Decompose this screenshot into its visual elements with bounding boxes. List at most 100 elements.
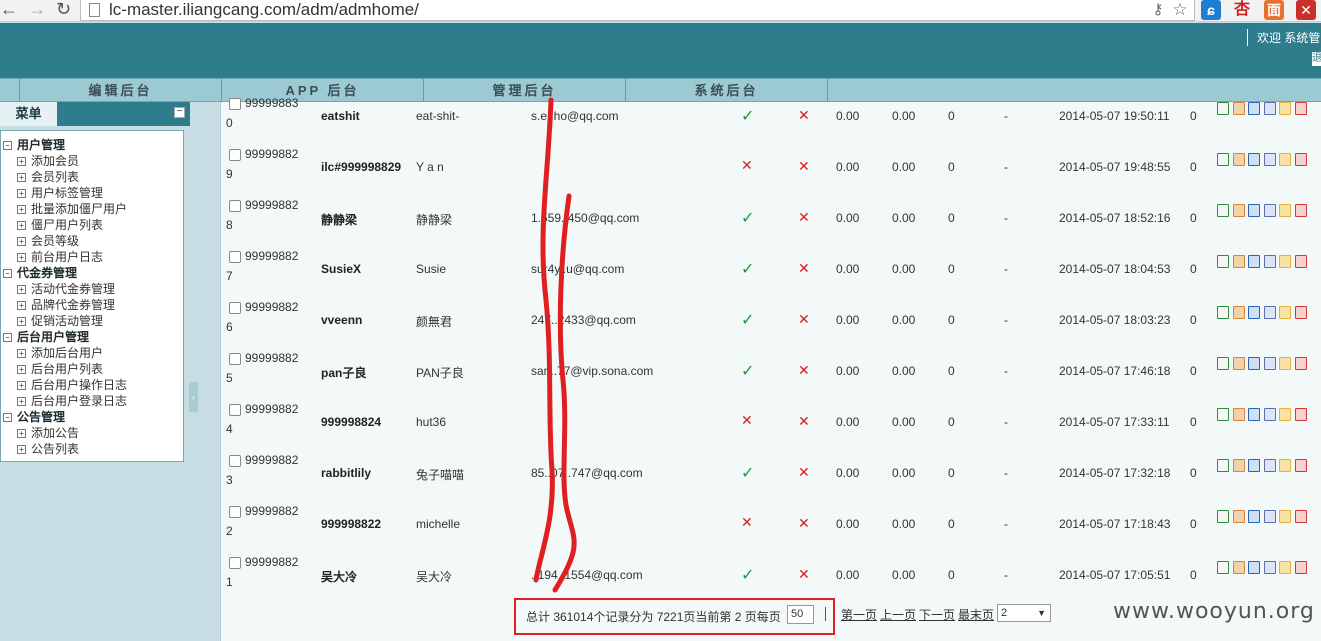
users-icon[interactable] <box>1232 255 1245 268</box>
menu-item-notice-list[interactable]: + 公告列表 <box>17 441 79 457</box>
book-icon[interactable] <box>1248 255 1261 268</box>
delete-icon[interactable] <box>1295 408 1307 421</box>
book-icon[interactable] <box>1248 357 1261 370</box>
folder-icon[interactable] <box>1279 510 1292 523</box>
status-cross-icon[interactable]: ✕ <box>798 566 810 583</box>
menu-item-user-tags[interactable]: + 用户标签管理 <box>17 185 103 201</box>
menu-item-add-member[interactable]: + 添加会员 <box>17 153 79 169</box>
menu-item-member-list[interactable]: + 会员列表 <box>17 169 79 185</box>
edit-icon[interactable] <box>1217 561 1229 574</box>
doc-icon[interactable] <box>1263 459 1276 472</box>
page-select[interactable]: 2 ▼ <box>997 604 1051 622</box>
reload-icon[interactable]: ↻ <box>56 0 71 20</box>
row-checkbox[interactable] <box>229 506 241 518</box>
menu-item-zombie-list[interactable]: + 僵尸用户列表 <box>17 217 103 233</box>
last-page-link[interactable]: 最末页 <box>958 606 994 623</box>
menu-item-front-log[interactable]: + 前台用户日志 <box>17 249 103 265</box>
address-bar[interactable]: lc-master.iliangcang.com/adm/admhome/ <box>80 0 1195 21</box>
folder-icon[interactable] <box>1279 306 1292 319</box>
status-check-icon[interactable]: ✓ <box>741 361 754 381</box>
prev-page-link[interactable]: 上一页 <box>880 606 916 623</box>
edit-icon[interactable] <box>1217 357 1229 370</box>
doc-icon[interactable] <box>1263 357 1276 370</box>
row-checkbox[interactable] <box>229 302 241 314</box>
menu-item-brand-voucher[interactable]: + 品牌代金券管理 <box>17 297 115 313</box>
ext-blue-icon[interactable]: ɕ <box>1201 0 1221 20</box>
doc-icon[interactable] <box>1263 306 1276 319</box>
row-checkbox[interactable] <box>229 98 241 110</box>
menu-item-activity-voucher[interactable]: + 活动代金券管理 <box>17 281 115 297</box>
users-icon[interactable] <box>1232 459 1245 472</box>
delete-icon[interactable] <box>1295 204 1307 217</box>
row-checkbox[interactable] <box>229 455 241 467</box>
tab-edit-backend[interactable]: 编辑后台 <box>20 79 222 102</box>
doc-icon[interactable] <box>1263 102 1276 115</box>
folder-icon[interactable] <box>1279 102 1292 115</box>
menu-item-batch-zombie[interactable]: + 批量添加僵尸用户 <box>17 201 127 217</box>
status-cross-icon[interactable]: ✕ <box>798 107 810 124</box>
status-check-icon[interactable]: ✓ <box>741 565 754 585</box>
book-icon[interactable] <box>1248 153 1261 166</box>
menu-item-promotion[interactable]: + 促销活动管理 <box>17 313 103 329</box>
users-icon[interactable] <box>1232 153 1245 166</box>
users-icon[interactable] <box>1232 408 1245 421</box>
status-check-icon[interactable]: ✓ <box>741 106 754 126</box>
status-cross-icon[interactable]: ✕ <box>741 157 753 174</box>
users-icon[interactable] <box>1232 204 1245 217</box>
menu-group-user[interactable]: − 用户管理 <box>3 137 65 153</box>
folder-icon[interactable] <box>1279 561 1292 574</box>
row-checkbox[interactable] <box>229 200 241 212</box>
delete-icon[interactable] <box>1295 255 1307 268</box>
first-page-link[interactable]: 第一页 <box>841 606 877 623</box>
book-icon[interactable] <box>1248 102 1261 115</box>
edit-icon[interactable] <box>1217 204 1229 217</box>
status-cross-icon[interactable]: ✕ <box>798 515 810 532</box>
menu-group-voucher[interactable]: − 代金券管理 <box>3 265 77 281</box>
row-checkbox[interactable] <box>229 251 241 263</box>
status-cross-icon[interactable]: ✕ <box>798 209 810 226</box>
doc-icon[interactable] <box>1263 561 1276 574</box>
delete-icon[interactable] <box>1295 306 1307 319</box>
users-icon[interactable] <box>1232 102 1245 115</box>
tab-admin-backend[interactable]: 管理后台 <box>424 79 626 102</box>
logout-link[interactable]: 退 <box>1312 52 1321 66</box>
tab-system-backend[interactable]: 系统后台 <box>626 79 828 102</box>
status-cross-icon[interactable]: ✕ <box>798 362 810 379</box>
doc-icon[interactable] <box>1263 255 1276 268</box>
menu-item-admin-list[interactable]: + 后台用户列表 <box>17 361 103 377</box>
status-cross-icon[interactable]: ✕ <box>798 413 810 430</box>
delete-icon[interactable] <box>1295 459 1307 472</box>
menu-item-add-notice[interactable]: + 添加公告 <box>17 425 79 441</box>
status-cross-icon[interactable]: ✕ <box>741 412 753 429</box>
edit-icon[interactable] <box>1217 408 1229 421</box>
edit-icon[interactable] <box>1217 255 1229 268</box>
edit-icon[interactable] <box>1217 306 1229 319</box>
key-icon[interactable]: ⚷ <box>1148 0 1168 20</box>
folder-icon[interactable] <box>1279 357 1292 370</box>
menu-item-admin-op-log[interactable]: + 后台用户操作日志 <box>17 377 127 393</box>
delete-icon[interactable] <box>1295 102 1307 115</box>
status-cross-icon[interactable]: ✕ <box>798 311 810 328</box>
ext-orange-icon[interactable]: 面 <box>1264 0 1284 20</box>
doc-icon[interactable] <box>1263 204 1276 217</box>
row-checkbox[interactable] <box>229 149 241 161</box>
star-icon[interactable]: ☆ <box>1170 0 1190 20</box>
doc-icon[interactable] <box>1263 510 1276 523</box>
book-icon[interactable] <box>1248 459 1261 472</box>
ext-xing-icon[interactable]: 杏 <box>1232 0 1252 20</box>
menu-item-admin-login-log[interactable]: + 后台用户登录日志 <box>17 393 127 409</box>
users-icon[interactable] <box>1232 357 1245 370</box>
collapse-icon[interactable]: − <box>174 107 185 118</box>
row-checkbox[interactable] <box>229 353 241 365</box>
edit-icon[interactable] <box>1217 459 1229 472</box>
delete-icon[interactable] <box>1295 153 1307 166</box>
row-checkbox[interactable] <box>229 404 241 416</box>
doc-icon[interactable] <box>1263 153 1276 166</box>
edit-icon[interactable] <box>1217 510 1229 523</box>
next-page-link[interactable]: 下一页 <box>919 606 955 623</box>
folder-icon[interactable] <box>1279 204 1292 217</box>
menu-item-member-level[interactable]: + 会员等级 <box>17 233 79 249</box>
forward-icon[interactable]: → <box>28 0 46 20</box>
menu-item-add-admin[interactable]: + 添加后台用户 <box>17 345 103 361</box>
delete-icon[interactable] <box>1295 561 1307 574</box>
